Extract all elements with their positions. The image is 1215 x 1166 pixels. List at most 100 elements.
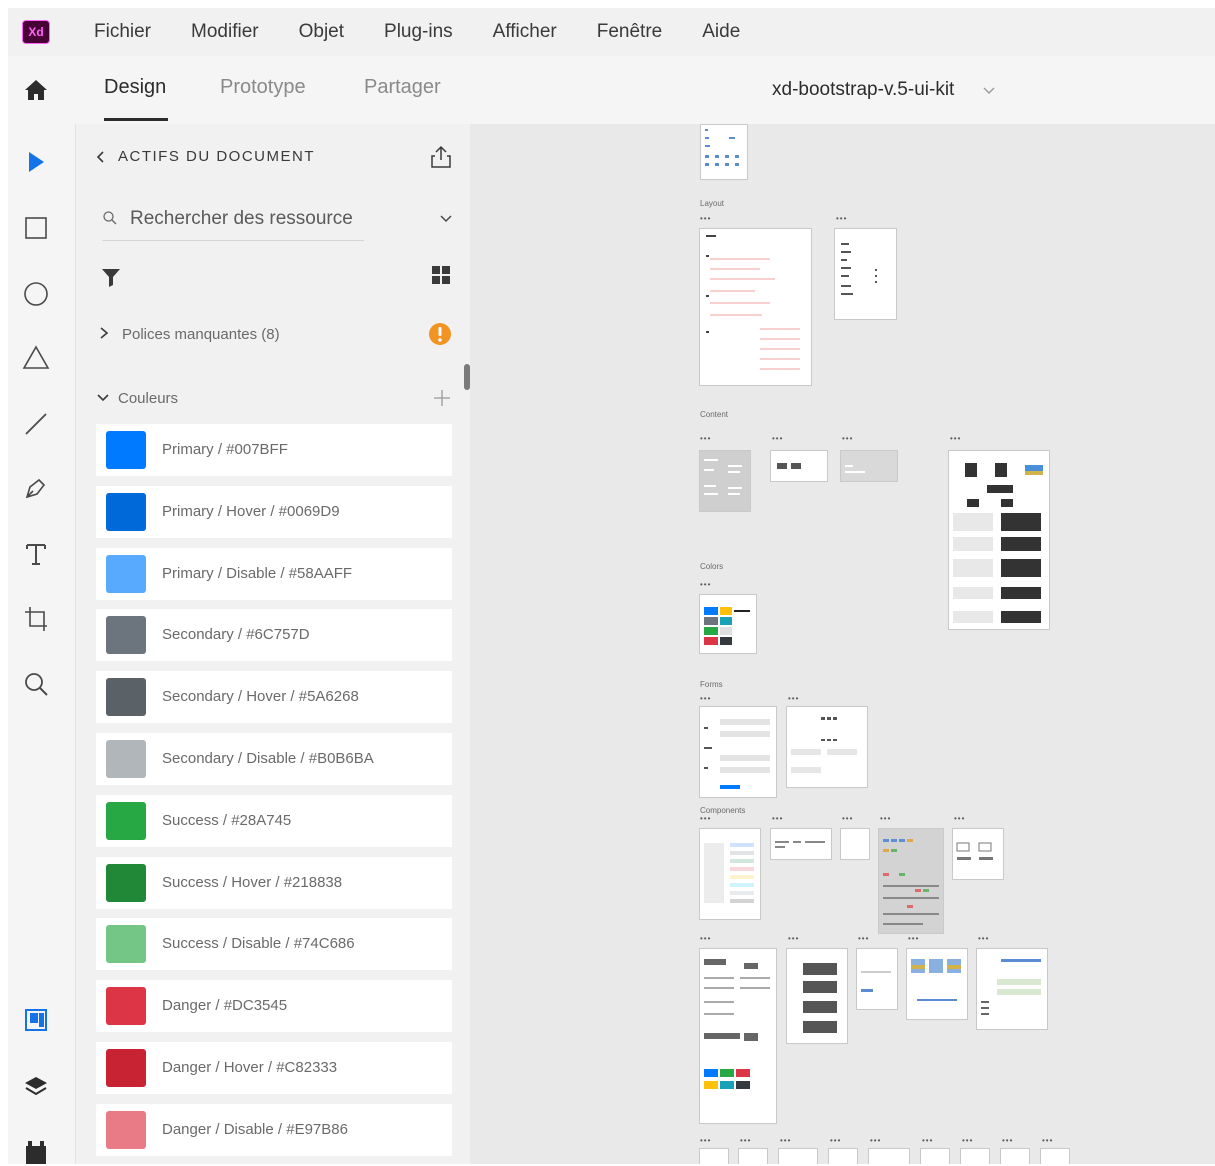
artboard-thumbnail[interactable] — [976, 948, 1048, 1030]
color-chip[interactable] — [106, 1110, 146, 1149]
colors-section-header[interactable]: Couleurs — [94, 386, 454, 412]
color-chip[interactable] — [106, 863, 146, 902]
color-chip[interactable] — [106, 492, 146, 531]
design-canvas[interactable]: Layout ••• ••• Content ••• ••• ••• ••• C… — [470, 124, 1215, 1164]
color-chip[interactable] — [106, 616, 146, 655]
color-chip[interactable] — [106, 925, 146, 964]
menu-fichier[interactable]: Fichier — [94, 21, 151, 43]
artboard-thumbnail[interactable] — [699, 450, 751, 512]
share-icon[interactable] — [428, 144, 454, 170]
color-swatch-row[interactable]: Primary / Disable / #58AAFF — [96, 547, 452, 600]
color-swatch-row[interactable]: Danger / Disable / #E97B86 — [96, 1103, 452, 1156]
artboard-thumbnail[interactable] — [699, 948, 777, 1124]
artboard-thumbnail[interactable] — [786, 948, 848, 1044]
artboard-thumbnail[interactable] — [699, 828, 761, 920]
filter-icon[interactable] — [100, 266, 122, 288]
search-icon — [103, 211, 117, 225]
chevron-left-icon[interactable] — [94, 150, 108, 164]
home-icon[interactable] — [22, 76, 50, 104]
color-chip[interactable] — [106, 678, 146, 717]
color-chip[interactable] — [106, 1048, 146, 1087]
text-icon[interactable] — [22, 540, 50, 568]
missing-fonts-section[interactable]: Polices manquantes (8) — [94, 322, 454, 348]
color-swatch-row[interactable]: Success / Disable / #74C686 — [96, 918, 452, 971]
color-swatch-row[interactable]: Success / #28A745 — [96, 794, 452, 847]
color-swatch-row[interactable]: Danger / #DC3545 — [96, 980, 452, 1033]
tab-prototype[interactable]: Prototype — [220, 76, 306, 99]
artboard-dots: ••• — [830, 1136, 842, 1145]
artboard-thumbnail[interactable] — [840, 450, 898, 482]
active-tab-indicator — [104, 118, 168, 121]
color-chip[interactable] — [106, 801, 146, 840]
select-icon[interactable] — [22, 148, 50, 176]
menu-aide[interactable]: Aide — [702, 21, 740, 43]
color-label: Danger / Disable / #E97B86 — [162, 1120, 348, 1138]
rectangle-icon[interactable] — [22, 214, 50, 242]
pen-icon[interactable] — [22, 474, 50, 502]
artboard-dots: ••• — [954, 814, 966, 823]
color-swatch-row[interactable]: Primary / Hover / #0069D9 — [96, 485, 452, 538]
line-icon[interactable] — [22, 410, 50, 438]
artboard-preview — [704, 607, 750, 645]
artboard-thumbnail[interactable] — [828, 1148, 858, 1164]
zoom-icon[interactable] — [22, 670, 50, 698]
plus-icon[interactable] — [432, 388, 452, 408]
polygon-icon[interactable] — [22, 344, 50, 372]
artboard-thumbnail[interactable] — [778, 1148, 818, 1164]
search-input[interactable] — [130, 204, 360, 234]
artboard-thumbnail[interactable] — [1040, 1148, 1070, 1164]
artboard-thumbnail[interactable] — [856, 948, 898, 1010]
menu-modifier[interactable]: Modifier — [191, 21, 259, 43]
artboard-thumbnail[interactable] — [699, 594, 757, 654]
menu-objet[interactable]: Objet — [299, 21, 344, 43]
artboard-thumbnail[interactable] — [952, 828, 1004, 880]
artboard-thumbnail[interactable] — [700, 124, 748, 180]
chevron-down-icon[interactable] — [96, 392, 110, 404]
artboard-thumbnail[interactable] — [868, 1148, 910, 1164]
menu-plugins[interactable]: Plug-ins — [384, 21, 453, 43]
artboard-icon[interactable] — [22, 604, 50, 632]
tab-design[interactable]: Design — [104, 76, 166, 99]
artboard-preview — [775, 841, 825, 848]
menu-afficher[interactable]: Afficher — [493, 21, 557, 43]
artboard-thumbnail[interactable] — [906, 948, 968, 1020]
color-chip[interactable] — [106, 554, 146, 593]
menu-fenetre[interactable]: Fenêtre — [597, 21, 662, 43]
plugins-icon[interactable] — [22, 1136, 50, 1164]
tool-bar — [8, 124, 76, 1164]
artboard-thumbnail[interactable] — [840, 828, 870, 860]
artboard-thumbnail[interactable] — [948, 450, 1050, 630]
artboard-thumbnail[interactable] — [1000, 1148, 1030, 1164]
artboard-thumbnail[interactable] — [699, 706, 777, 798]
document-title[interactable]: xd-bootstrap-v.5-ui-kit — [772, 79, 954, 101]
artboard-thumbnail[interactable] — [878, 828, 944, 934]
color-swatch-row[interactable]: Secondary / Hover / #5A6268 — [96, 671, 452, 724]
assets-icon[interactable] — [22, 1006, 50, 1034]
color-label: Primary / #007BFF — [162, 441, 288, 458]
color-chip[interactable] — [106, 739, 146, 778]
color-swatch-row[interactable]: Danger / Hover / #C82333 — [96, 1041, 452, 1094]
layers-icon[interactable] — [22, 1072, 50, 1100]
artboard-thumbnail[interactable] — [770, 450, 828, 482]
assets-panel-header[interactable]: ACTIFS DU DOCUMENT — [94, 148, 315, 165]
chevron-down-icon[interactable] — [982, 83, 996, 97]
color-swatch-row[interactable]: Primary / #007BFF — [96, 424, 452, 476]
grid-view-icon[interactable] — [430, 264, 452, 286]
chevron-right-icon[interactable] — [98, 326, 110, 340]
artboard-thumbnail[interactable] — [786, 706, 868, 788]
artboard-thumbnail[interactable] — [699, 1148, 729, 1164]
artboard-thumbnail[interactable] — [834, 228, 897, 320]
color-swatch-row[interactable]: Secondary / Disable / #B0B6BA — [96, 732, 452, 785]
artboard-thumbnail[interactable] — [960, 1148, 990, 1164]
color-chip[interactable] — [106, 987, 146, 1026]
artboard-thumbnail[interactable] — [699, 228, 812, 386]
chevron-down-icon[interactable] — [438, 210, 454, 226]
color-swatch-row[interactable]: Secondary / #6C757D — [96, 609, 452, 662]
artboard-thumbnail[interactable] — [738, 1148, 768, 1164]
tab-partager[interactable]: Partager — [364, 76, 441, 99]
color-chip[interactable] — [106, 431, 146, 469]
artboard-thumbnail[interactable] — [770, 828, 832, 860]
color-swatch-row[interactable]: Success / Hover / #218838 — [96, 856, 452, 909]
ellipse-icon[interactable] — [22, 280, 50, 308]
artboard-thumbnail[interactable] — [920, 1148, 950, 1164]
